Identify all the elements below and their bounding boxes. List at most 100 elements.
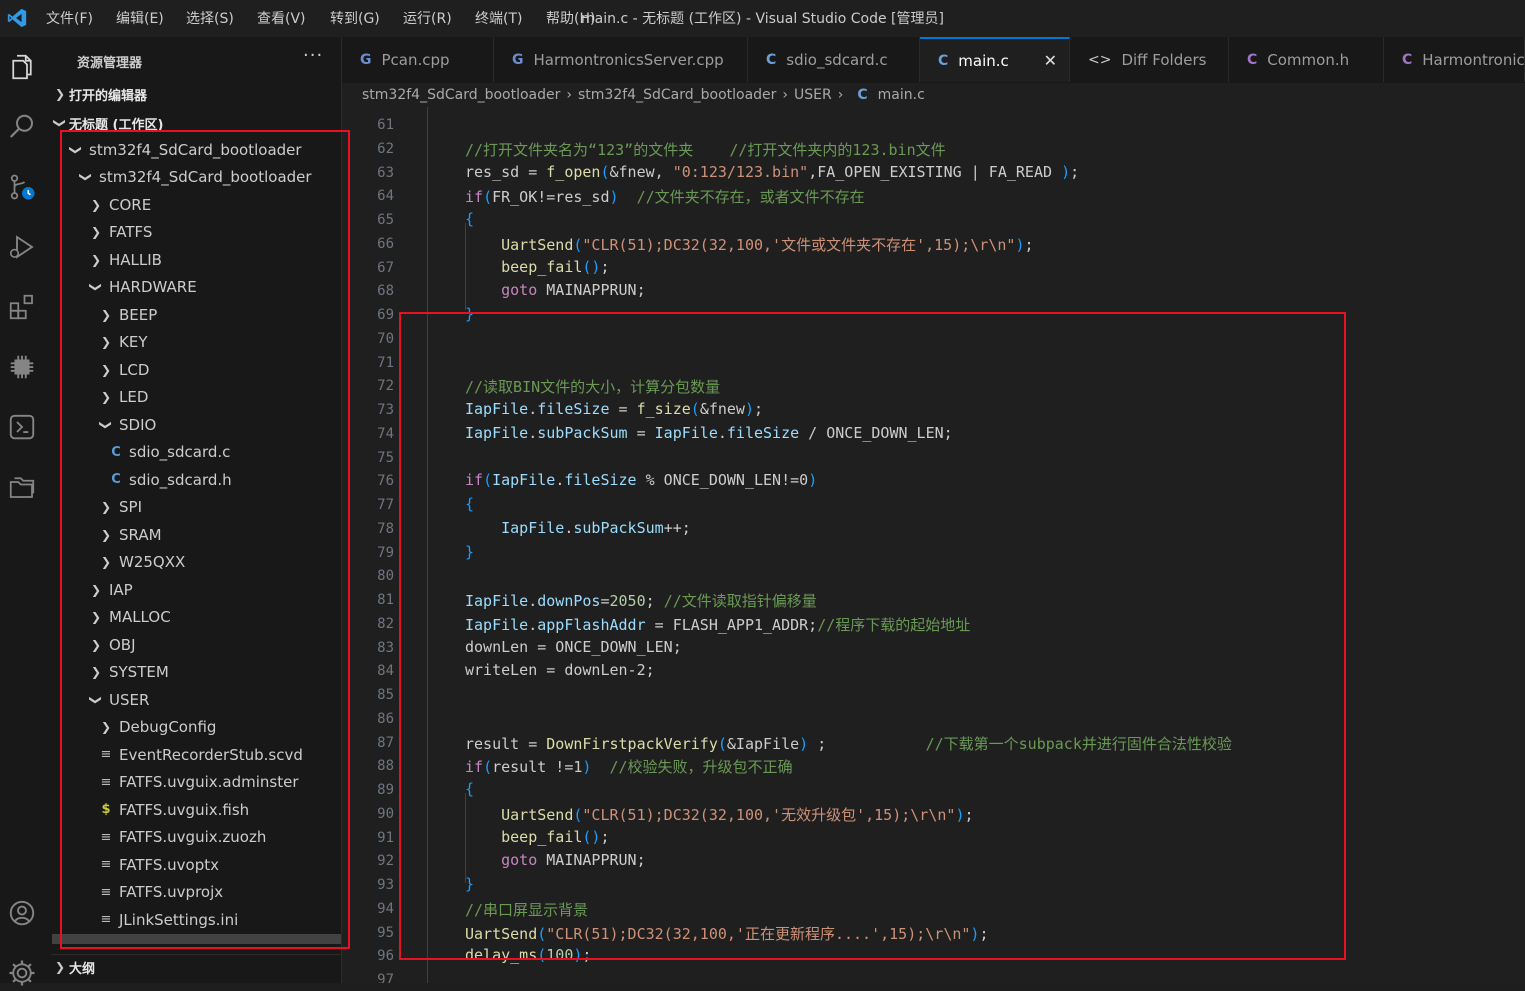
tree-folder[interactable]: ❯ IAP: [89, 576, 379, 603]
code-line[interactable]: UartSend("CLR(51);DC32(32,100,'正在更新程序...…: [465, 923, 988, 944]
tree-folder[interactable]: ❯ USER: [89, 686, 379, 713]
tree-folder[interactable]: ❯ HALLIB: [89, 246, 379, 273]
chevron-right-icon: ❯: [100, 362, 112, 377]
code-line[interactable]: result = DownFirstpackVerify(&IapFile) ;…: [465, 733, 1232, 754]
code-line[interactable]: //串口屏显示背景: [465, 899, 588, 920]
code-line[interactable]: {: [465, 210, 474, 228]
open-editors-section[interactable]: ❯ 打开的编辑器: [51, 82, 341, 106]
code-token: goto: [501, 851, 538, 870]
code-line[interactable]: res_sd = f_open(&fnew, "0:123/123.bin",F…: [465, 163, 1079, 181]
line-number: 89: [377, 782, 394, 798]
workspace-section[interactable]: ❯ 无标题 (工作区): [51, 111, 341, 135]
code-line[interactable]: IapFile.downPos=2050; //文件读取指针偏移量: [465, 590, 817, 611]
editor-tab[interactable]: G Pcan.cpp: [342, 37, 494, 82]
cpp-file-icon: G: [360, 51, 372, 68]
line-number: 84: [377, 663, 394, 680]
code-line[interactable]: beep_fail();: [465, 828, 609, 846]
code-token: ;: [754, 400, 764, 418]
editor-tab[interactable]: C Harmontronic: [1384, 37, 1525, 82]
code-line[interactable]: //打开文件夹名为“123”的文件夹 //打开文件夹内的123.bin文件: [465, 139, 946, 160]
tree-folder[interactable]: ❯ SYSTEM: [89, 659, 379, 686]
menu-item[interactable]: 运行(R): [403, 8, 452, 28]
chevron-right-icon: ❯: [90, 582, 102, 597]
editor-tab[interactable]: G HarmontronicsServer.cpp: [494, 37, 748, 82]
line-number: 87: [377, 734, 394, 751]
source-control-icon[interactable]: [4, 169, 40, 205]
breadcrumb-item[interactable]: stm32f4_SdCard_bootloader: [578, 87, 776, 103]
code-line[interactable]: UartSend("CLR(51);DC32(32,100,'文件或文件夹不存在…: [465, 234, 1033, 255]
outline-section[interactable]: ❯ 大纲: [51, 954, 341, 979]
shell-file-icon: $: [101, 802, 111, 817]
breadcrumb-item[interactable]: main.c: [878, 87, 925, 103]
tree-folder[interactable]: ❯ MALLOC: [89, 604, 379, 631]
chip-icon[interactable]: [4, 349, 40, 385]
tree-folder[interactable]: ❯ stm32f4_SdCard_bootloader: [69, 136, 359, 163]
code-line[interactable]: delay_ms(100);: [465, 946, 591, 964]
breadcrumb-item[interactable]: stm32f4_SdCard_bootloader: [362, 87, 560, 103]
menu-item[interactable]: 选择(S): [186, 8, 234, 28]
tree-folder[interactable]: ❯ FATFS: [89, 219, 379, 246]
code-line[interactable]: goto MAINAPPRUN;: [465, 851, 646, 869]
code-line[interactable]: IapFile.subPackSum++;: [465, 519, 691, 537]
tree-folder[interactable]: ❯ CORE: [89, 191, 379, 218]
line-number: 64: [377, 188, 394, 205]
tab-label: Common.h: [1267, 50, 1350, 69]
code-line[interactable]: if(result !=1) //校验失败，升级包不正确: [465, 756, 793, 777]
menu-item[interactable]: 终端(T): [475, 8, 522, 28]
tree-folder[interactable]: ❯ OBJ: [89, 631, 379, 658]
menu-item[interactable]: 文件(F): [46, 8, 93, 28]
line-number: 88: [377, 758, 394, 775]
editor-tab[interactable]: C Common.h: [1229, 37, 1384, 82]
line-number: 74: [377, 425, 394, 442]
remote-icon[interactable]: [4, 409, 40, 445]
code-token: (: [537, 924, 547, 943]
menu-item[interactable]: 编辑(E): [116, 8, 164, 28]
code-line[interactable]: goto MAINAPPRUN;: [465, 281, 646, 299]
more-actions-button[interactable]: ···: [303, 45, 323, 66]
editor-tab[interactable]: Csdio_sdcard.c: [748, 37, 920, 82]
code-line[interactable]: IapFile.fileSize = f_size(&fnew);: [465, 400, 763, 418]
editor-tab[interactable]: <> Diff Folders: [1070, 37, 1229, 82]
line-number: 63: [377, 164, 394, 181]
code-line[interactable]: UartSend("CLR(51);DC32(32,100,'无效升级包',15…: [465, 804, 973, 825]
code-token: UartSend: [501, 805, 574, 824]
folders-icon[interactable]: [4, 469, 40, 505]
code-token: f_open: [546, 162, 601, 181]
chevron-right-icon: ❯: [54, 87, 66, 101]
tree-folder[interactable]: ❯ HARDWARE: [89, 274, 379, 301]
code-line[interactable]: if(FR_OK!=res_sd) //文件夹不存在，或者文件不存在: [465, 186, 865, 207]
code-line[interactable]: IapFile.appFlashAddr = FLASH_APP1_ADDR;/…: [465, 614, 970, 635]
extensions-icon[interactable]: [4, 289, 40, 325]
tree-folder[interactable]: ❯ stm32f4_SdCard_bootloader: [79, 164, 369, 191]
menu-item[interactable]: 转到(G): [330, 8, 380, 28]
close-tab-icon[interactable]: ✕: [1044, 51, 1057, 70]
line-number: 62: [377, 140, 394, 157]
code-token: //打开文件夹名为“123”的文件夹 //打开文件夹内的123.bin文件: [465, 140, 946, 159]
code-line[interactable]: //读取BIN文件的大小，计算分包数量: [465, 376, 720, 397]
code-line[interactable]: }: [465, 305, 474, 323]
code-line[interactable]: if(IapFile.fileSize % ONCE_DOWN_LEN!=0): [465, 471, 817, 489]
tree-item-label: DebugConfig: [119, 718, 217, 736]
code-token: (: [717, 734, 727, 753]
code-line[interactable]: }: [465, 543, 474, 561]
sidebar-scrollbar[interactable]: [52, 934, 341, 944]
breadcrumb-item[interactable]: USER: [794, 87, 832, 103]
run-debug-icon[interactable]: [4, 229, 40, 265]
code-line[interactable]: writeLen = downLen-2;: [465, 661, 655, 679]
settings-gear-icon[interactable]: [4, 955, 40, 991]
code-line[interactable]: }: [465, 875, 474, 893]
code-line[interactable]: beep_fail();: [465, 258, 609, 276]
code-line[interactable]: IapFile.subPackSum = IapFile.fileSize / …: [465, 424, 953, 442]
account-icon[interactable]: [4, 895, 40, 931]
explorer-icon[interactable]: [4, 49, 40, 85]
code-line[interactable]: {: [465, 495, 474, 513]
code-editor[interactable]: 61 62 63 64 65 66 67 68 69 70 71 72 73 74 75 76 77 78 79 80…: [342, 107, 1525, 983]
menu-item[interactable]: 帮助(H): [546, 8, 595, 28]
editor-tab[interactable]: Cmain.c ✕: [920, 37, 1070, 82]
code-line[interactable]: downLen = ONCE_DOWN_LEN;: [465, 638, 682, 656]
menu-item[interactable]: 查看(V): [257, 8, 306, 28]
search-icon[interactable]: [4, 109, 40, 145]
code-line[interactable]: {: [465, 780, 474, 798]
